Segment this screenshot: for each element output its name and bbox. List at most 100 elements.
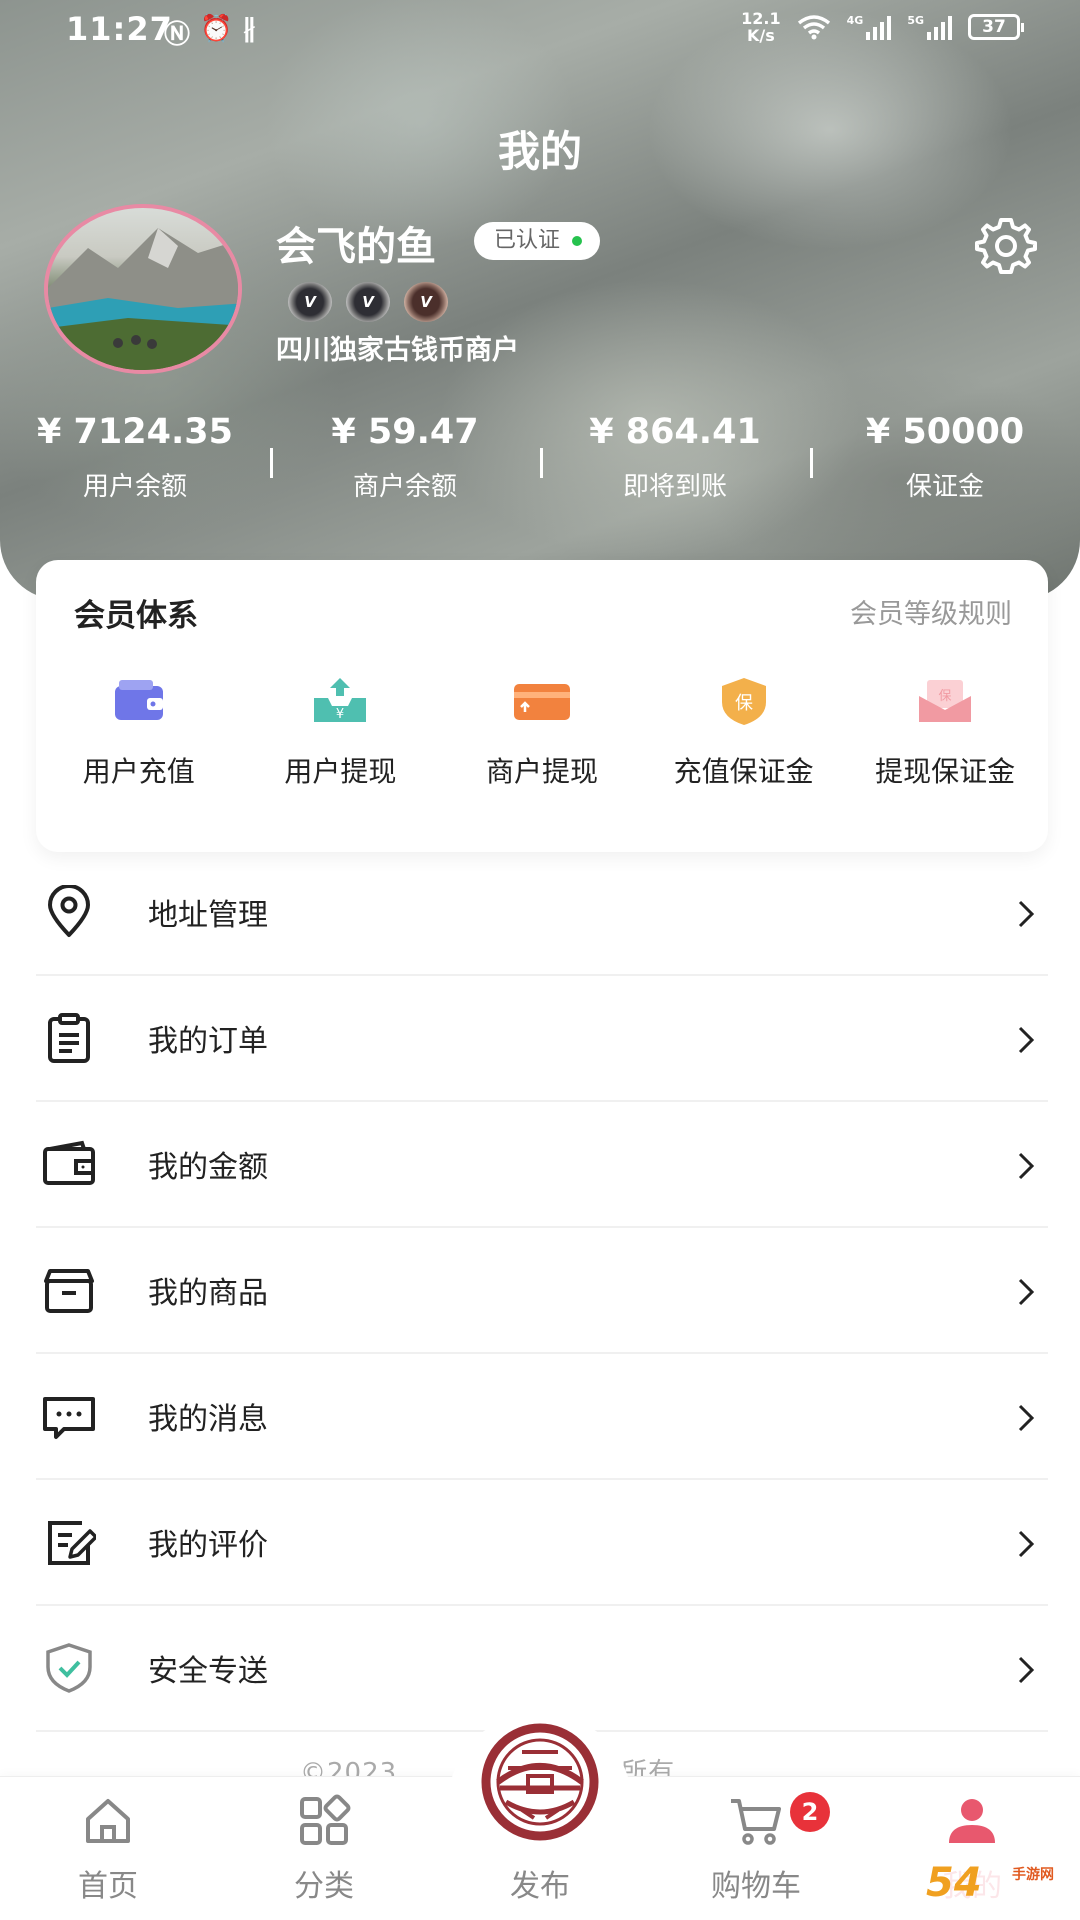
chevron-right-icon: [1018, 1026, 1035, 1054]
svg-text:保: 保: [939, 689, 952, 704]
chevron-right-icon: [1018, 1656, 1035, 1684]
action-label: 用户充值: [82, 755, 195, 788]
menu-item-address[interactable]: 地址管理: [36, 850, 1048, 976]
wifi-icon: [797, 15, 830, 40]
menu-item-orders[interactable]: 我的订单: [36, 976, 1048, 1102]
medal-list: V V V: [288, 282, 448, 322]
action-label: 提现保证金: [875, 755, 1016, 788]
balance-amount: ¥ 864.41: [589, 412, 761, 452]
username: 会飞的鱼: [276, 224, 436, 270]
menu-list: 地址管理 我的订单 我的金额 我的商品 我的消息 我的评价 安全专送: [36, 850, 1048, 1732]
clipboard-icon: [48, 1013, 90, 1063]
menu-item-label: 安全专送: [148, 1654, 268, 1689]
balance-label: 即将到账: [622, 472, 727, 502]
action-label: 商户提现: [485, 755, 598, 788]
watermark-glyph: 54: [926, 1860, 982, 1906]
tab-label: 发布: [510, 1869, 570, 1904]
balance-user[interactable]: ¥ 7124.35 用户余额: [0, 412, 270, 503]
withdraw-tray-icon: ¥: [314, 678, 367, 722]
guarantee-shield-icon: 保: [721, 678, 766, 725]
box-icon: [44, 1269, 94, 1313]
tab-label: 首页: [78, 1869, 138, 1904]
network-speed-value: 12.1: [741, 9, 781, 28]
cart-icon: [731, 1799, 781, 1845]
balance-incoming[interactable]: ¥ 864.41 即将到账: [540, 412, 810, 503]
balance-label: 商户余额: [352, 472, 457, 502]
member-actions: 用户充值 ¥ 用户提现 商户提现 保 充值保证金 保 提现保证金: [36, 676, 1048, 790]
status-icons-left: Ⓝ ⏰ ∦: [164, 14, 255, 51]
user-withdraw-button[interactable]: ¥ 用户提现: [245, 676, 435, 790]
card-icon: [513, 684, 570, 720]
vip-medal-icon: V: [404, 282, 448, 322]
edit-note-icon: [48, 1521, 96, 1565]
chevron-right-icon: [1018, 1530, 1035, 1558]
location-pin-icon: [48, 885, 90, 937]
balance-summary: ¥ 7124.35 用户余额 ¥ 59.47 商户余额 ¥ 864.41 即将到…: [0, 412, 1080, 503]
balance-merchant[interactable]: ¥ 59.47 商户余额: [270, 412, 540, 503]
balance-amount: ¥ 7124.35: [37, 412, 233, 452]
watermark-glyph: 手游网: [1012, 1867, 1054, 1883]
avatar-mountain-image: [48, 228, 238, 370]
tab-category[interactable]: 分类: [216, 1777, 432, 1920]
member-rules-link[interactable]: 会员等级规则: [850, 592, 1012, 631]
verified-dot-icon: [572, 236, 583, 246]
vip-medal-icon: V: [288, 282, 332, 322]
menu-item-label: 我的订单: [148, 1024, 268, 1059]
recharge-deposit-button[interactable]: 保 充值保证金: [649, 676, 839, 790]
chevron-right-icon: [1018, 900, 1035, 928]
user-recharge-button[interactable]: 用户充值: [44, 676, 234, 790]
user-icon: [949, 1799, 995, 1843]
chevron-right-icon: [1018, 1278, 1035, 1306]
balance-label: 保证金: [905, 472, 984, 502]
action-label: 充值保证金: [673, 755, 814, 788]
nfc-icon: Ⓝ: [164, 20, 191, 50]
verified-badge: 已认证: [474, 222, 601, 260]
chevron-right-icon: [1018, 1152, 1035, 1180]
wallet-outline-icon: [43, 1140, 95, 1185]
svg-text:保: 保: [735, 693, 753, 714]
menu-item-label: 我的评价: [148, 1528, 268, 1563]
menu-item-balance[interactable]: 我的金额: [36, 1102, 1048, 1228]
vip-medal-icon: V: [346, 282, 390, 322]
publish-coin-logo[interactable]: [474, 1722, 606, 1842]
merchant-name: 四川独家古钱币商户: [276, 335, 519, 366]
menu-item-products[interactable]: 我的商品: [36, 1228, 1048, 1354]
page-title: 我的: [497, 127, 582, 176]
grid-icon: [300, 1794, 351, 1845]
signal-strength-1-icon: 4G: [847, 14, 892, 40]
status-time: 11:27: [66, 10, 173, 48]
tab-cart[interactable]: 购物车: [648, 1777, 864, 1920]
wallet-icon: [114, 680, 163, 720]
merchant-withdraw-button[interactable]: 商户提现: [447, 676, 637, 790]
tab-home[interactable]: 首页: [0, 1777, 216, 1920]
balance-amount: ¥ 59.47: [331, 412, 479, 452]
avatar[interactable]: [44, 204, 242, 374]
withdraw-deposit-button[interactable]: 保 提现保证金: [850, 676, 1040, 790]
menu-item-label: 地址管理: [148, 898, 268, 933]
network-speed-unit: K/s: [747, 26, 775, 45]
verified-label: 已认证: [494, 228, 561, 253]
copyright-left: ©2023: [300, 1758, 398, 1778]
balance-label: 用户余额: [82, 472, 187, 502]
shield-check-icon: [46, 1643, 92, 1693]
guarantee-envelope-icon: 保: [919, 680, 972, 722]
menu-item-reviews[interactable]: 我的评价: [36, 1480, 1048, 1606]
chevron-right-icon: [1018, 1404, 1035, 1432]
tab-label: 分类: [294, 1869, 354, 1904]
menu-item-label: 我的金额: [148, 1150, 268, 1185]
bluetooth-vibrate-icon: ∦: [242, 14, 256, 44]
balance-deposit[interactable]: ¥ 50000 保证金: [810, 412, 1080, 503]
member-system-card: 会员体系 会员等级规则 用户充值 ¥ 用户提现 商户提现 保 充值保证金 保 提…: [36, 560, 1048, 852]
menu-item-label: 我的消息: [148, 1402, 268, 1437]
site-watermark-logo: 54 手游网: [920, 1854, 1076, 1916]
menu-item-messages[interactable]: 我的消息: [36, 1354, 1048, 1480]
action-label: 用户提现: [284, 755, 397, 788]
cart-count-badge: 2: [790, 1792, 830, 1832]
svg-text:¥: ¥: [336, 707, 344, 722]
gear-icon[interactable]: [974, 214, 1038, 278]
home-icon: [86, 1799, 130, 1843]
signal-strength-2-icon: 5G: [907, 14, 952, 40]
signal-2-label: 5G: [907, 14, 924, 27]
tab-label: 购物车: [711, 1869, 801, 1904]
battery-icon: 37: [968, 14, 1024, 40]
